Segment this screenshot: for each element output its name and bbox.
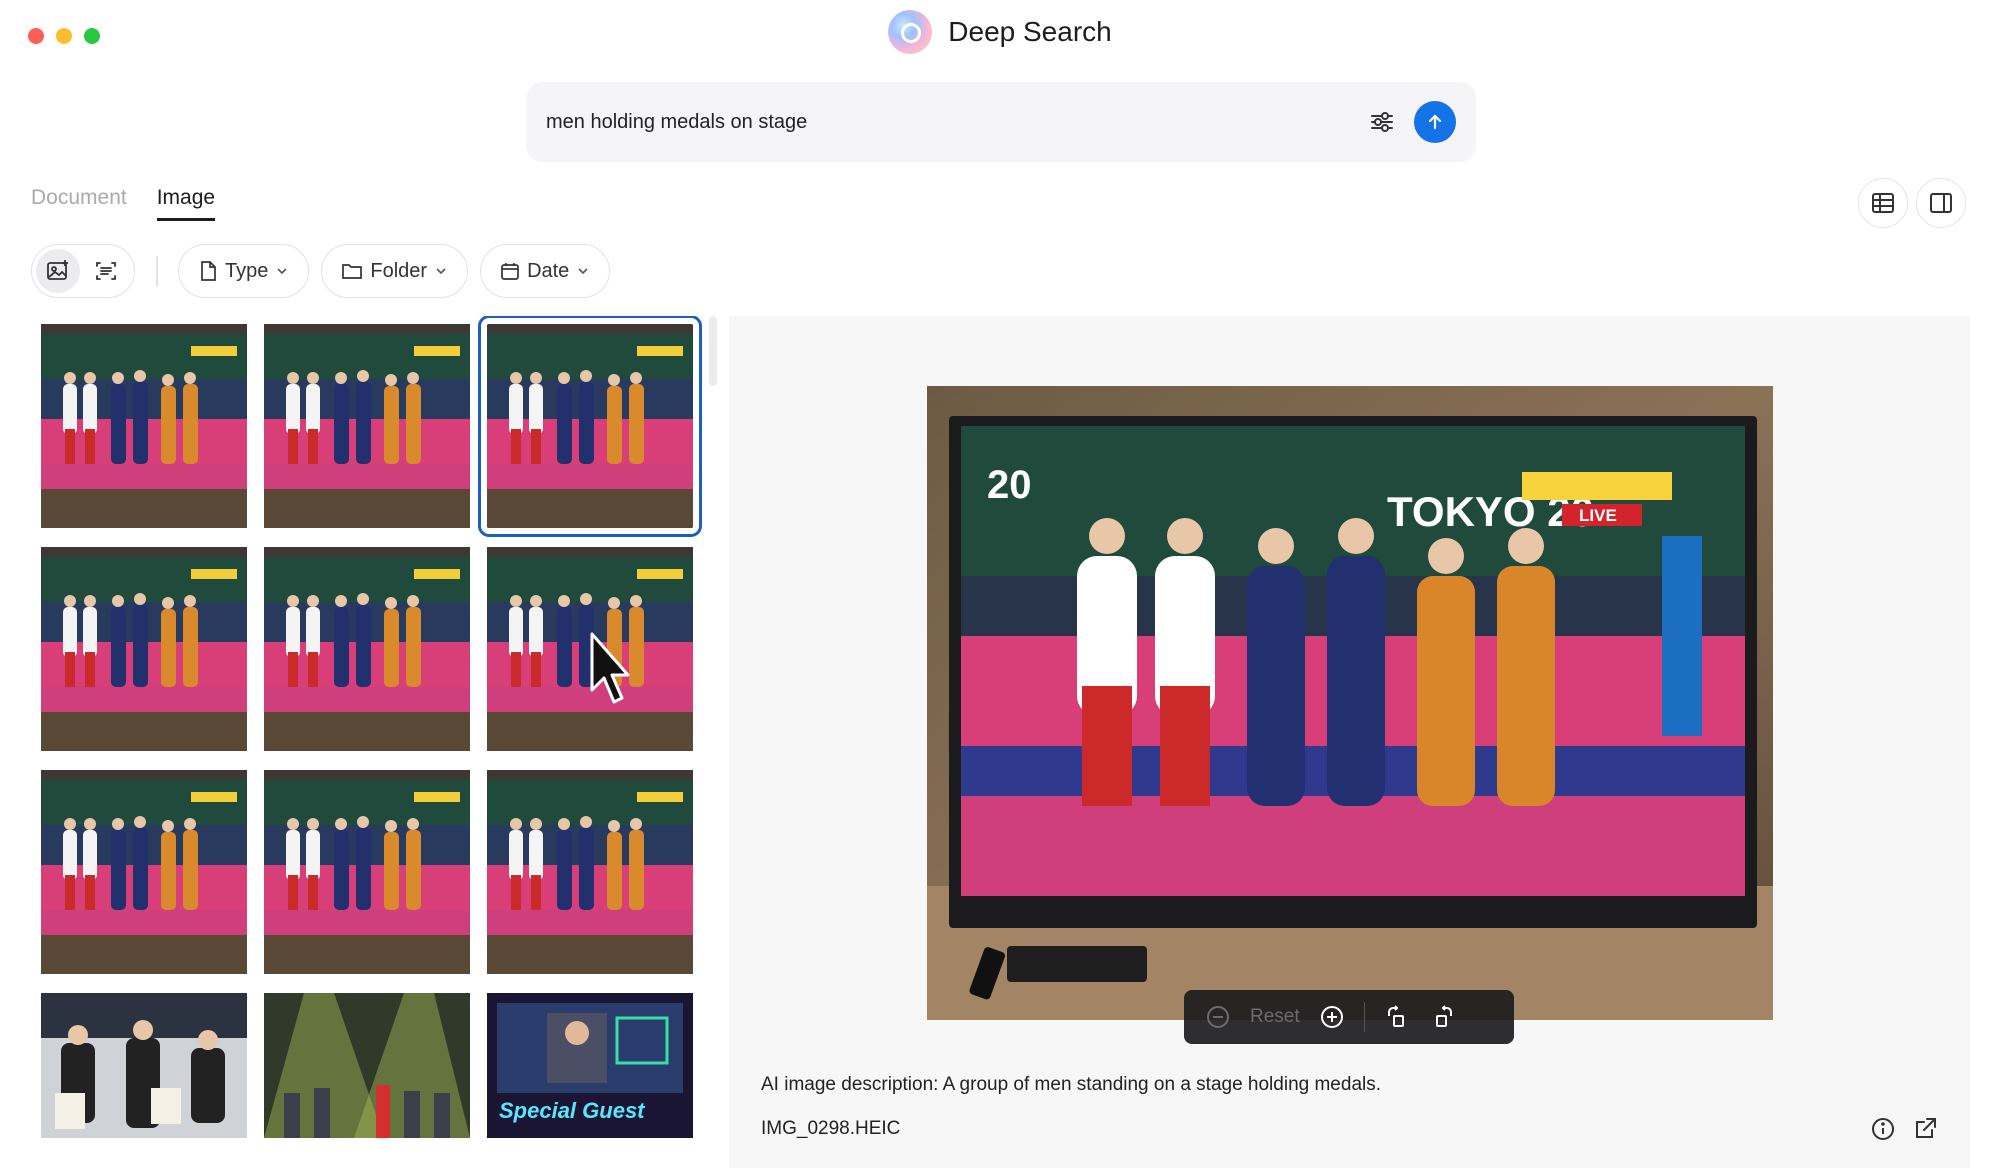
arrow-up-icon (1428, 114, 1442, 130)
image-thumbnail[interactable] (41, 547, 247, 751)
thumbnail-image (264, 770, 470, 974)
svg-text:20: 20 (987, 463, 1032, 507)
open-external-button[interactable] (1912, 1116, 1938, 1147)
chevron-down-icon (277, 268, 287, 275)
rotate-left-button[interactable] (1383, 1003, 1411, 1031)
chevron-down-icon (436, 268, 446, 275)
rotate-right-icon (1435, 1005, 1452, 1027)
table-view-button[interactable] (1858, 178, 1908, 228)
table-icon (1872, 193, 1894, 213)
file-name: IMG_0298.HEIC (761, 1118, 901, 1139)
image-thumbnail[interactable] (41, 770, 247, 974)
folder-icon (342, 264, 363, 279)
image-thumbnail[interactable] (264, 770, 470, 974)
thumbnail-image (264, 993, 470, 1138)
info-icon (1872, 1118, 1894, 1140)
type-filter[interactable]: Type (178, 244, 310, 298)
image-thumbnail[interactable] (264, 993, 470, 1138)
zoom-reset-button[interactable]: Reset (1250, 1006, 1300, 1028)
sidebar-icon (1930, 193, 1952, 213)
text-scan-mode-button[interactable] (84, 249, 128, 293)
zoom-in-button[interactable] (1318, 1003, 1346, 1031)
tab-document[interactable]: Document (31, 186, 127, 221)
zoom-in-icon (1320, 1006, 1343, 1028)
chevron-down-icon (578, 268, 588, 275)
grid-scrollbar[interactable] (709, 316, 717, 386)
image-thumbnail[interactable] (264, 547, 470, 751)
calendar-icon (501, 263, 519, 280)
type-filter-label: Type (225, 259, 269, 282)
app-logo-icon (888, 10, 933, 54)
filter-divider (156, 256, 158, 286)
date-filter-label: Date (527, 259, 570, 282)
thumbnail-image: Special Guest (487, 993, 693, 1138)
sliders-icon[interactable] (1362, 102, 1402, 142)
mouse-cursor-icon (590, 632, 630, 704)
thumbnail-image (264, 324, 470, 528)
image-search-mode-button[interactable] (36, 249, 80, 293)
split-view-button[interactable] (1916, 178, 1966, 228)
view-mode-buttons (1858, 178, 1966, 228)
svg-text:Special Guest: Special Guest (499, 1098, 646, 1123)
image-zoom-toolbar: Reset (1184, 990, 1514, 1044)
medal-ceremony-photo: 20 TOKYO 20 LIVE (927, 386, 1773, 1020)
thumbnail-image (487, 324, 693, 528)
thumbnail-image (41, 324, 247, 528)
thumbnail-image (41, 993, 247, 1138)
folder-filter[interactable]: Folder (321, 244, 469, 298)
info-button[interactable] (1870, 1116, 1896, 1147)
preview-image[interactable]: 20 TOKYO 20 LIVE (927, 386, 1773, 1020)
app-window: Deep Search Document Image (0, 0, 2000, 1168)
result-tabs: Document Image (31, 186, 216, 221)
rotate-right-button[interactable] (1429, 1003, 1457, 1031)
search-input[interactable] (546, 110, 1362, 134)
date-filter[interactable]: Date (480, 244, 611, 298)
folder-filter-label: Folder (370, 259, 428, 282)
app-title: Deep Search (948, 16, 1112, 47)
scan-text-icon (96, 262, 116, 280)
submit-search-button[interactable] (1414, 101, 1456, 143)
image-thumbnail[interactable] (478, 316, 702, 537)
search-bar (526, 82, 1476, 162)
thumbnail-image (264, 547, 470, 751)
thumbnail-image (487, 770, 693, 974)
tab-image[interactable]: Image (156, 186, 216, 221)
image-results-grid: Special Guest (36, 316, 706, 1168)
zoom-out-button[interactable] (1204, 1003, 1232, 1031)
toolbar-divider (1363, 1002, 1365, 1032)
image-thumbnail[interactable]: Special Guest (487, 993, 693, 1138)
image-thumbnail[interactable] (41, 324, 247, 528)
rotate-left-icon (1387, 1005, 1404, 1027)
title-bar: Deep Search (0, 8, 2000, 56)
image-thumbnail[interactable] (264, 324, 470, 528)
image-thumbnail[interactable] (487, 770, 693, 974)
image-thumbnail[interactable] (41, 993, 247, 1138)
filter-bar: Type Folder Date (178, 244, 611, 298)
ai-image-description: AI image description: A group of men sta… (761, 1074, 1382, 1095)
external-link-icon (1916, 1118, 1936, 1138)
file-icon (201, 261, 216, 281)
thumbnail-image (41, 547, 247, 751)
image-search-icon (47, 260, 68, 280)
search-mode-toggle (31, 244, 135, 298)
thumbnail-image (41, 770, 247, 974)
zoom-out-icon (1207, 1006, 1229, 1028)
preview-pane: 20 TOKYO 20 LIVE Reset AI image descript… (729, 316, 1970, 1168)
svg-text:LIVE: LIVE (1579, 506, 1617, 525)
